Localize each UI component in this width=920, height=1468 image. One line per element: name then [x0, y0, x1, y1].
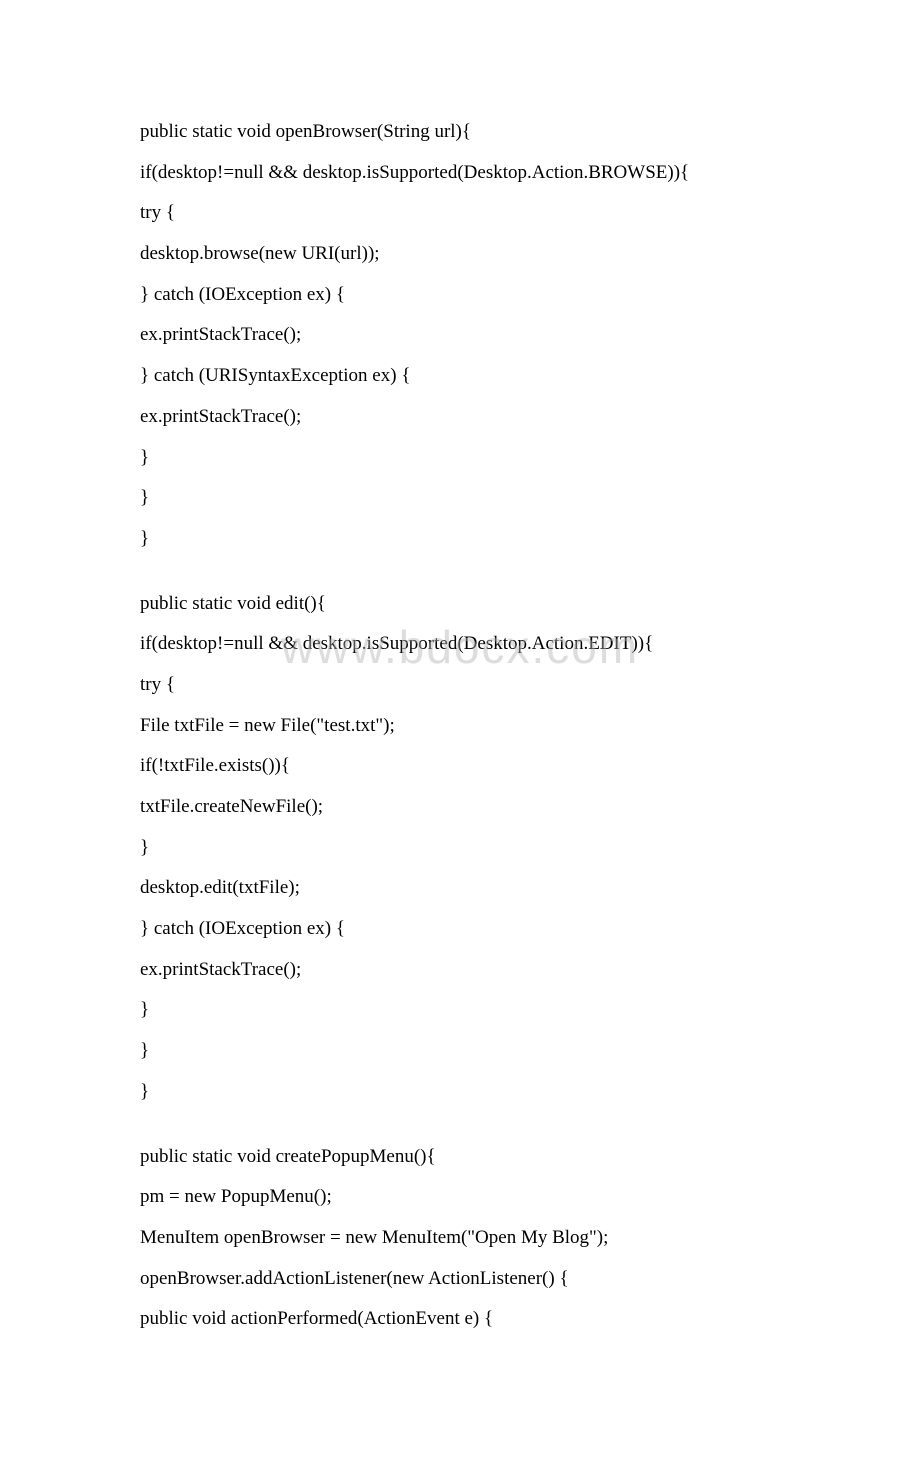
code-line: MenuItem openBrowser = new MenuItem("Ope… [140, 1226, 780, 1251]
code-line: public static void openBrowser(String ur… [140, 120, 780, 145]
code-line: } [140, 1039, 780, 1064]
code-line: ex.printStackTrace(); [140, 323, 780, 348]
code-line: if(desktop!=null && desktop.isSupported(… [140, 632, 780, 657]
code-line: public static void edit(){ [140, 592, 780, 617]
code-line: try { [140, 201, 780, 226]
code-line: openBrowser.addActionListener(new Action… [140, 1267, 780, 1292]
code-line: ex.printStackTrace(); [140, 405, 780, 430]
code-line: desktop.edit(txtFile); [140, 876, 780, 901]
code-line: try { [140, 673, 780, 698]
code-line: pm = new PopupMenu(); [140, 1185, 780, 1210]
code-line: if(desktop!=null && desktop.isSupported(… [140, 161, 780, 186]
code-line: public void actionPerformed(ActionEvent … [140, 1307, 780, 1332]
blank-line [140, 1121, 780, 1145]
code-line: } [140, 1080, 780, 1105]
code-line: } [140, 446, 780, 471]
code-line: } [140, 836, 780, 861]
code-line: ex.printStackTrace(); [140, 958, 780, 983]
document-page: www.bdocx.com public static void openBro… [0, 0, 920, 1468]
code-line: } [140, 998, 780, 1023]
code-line: } [140, 527, 780, 552]
code-line: File txtFile = new File("test.txt"); [140, 714, 780, 739]
code-line: txtFile.createNewFile(); [140, 795, 780, 820]
code-block: public static void openBrowser(String ur… [140, 120, 780, 1332]
blank-line [140, 568, 780, 592]
code-line: } [140, 486, 780, 511]
code-line: } catch (IOException ex) { [140, 917, 780, 942]
code-line: public static void createPopupMenu(){ [140, 1145, 780, 1170]
code-line: if(!txtFile.exists()){ [140, 754, 780, 779]
code-line: desktop.browse(new URI(url)); [140, 242, 780, 267]
code-line: } catch (IOException ex) { [140, 283, 780, 308]
code-line: } catch (URISyntaxException ex) { [140, 364, 780, 389]
